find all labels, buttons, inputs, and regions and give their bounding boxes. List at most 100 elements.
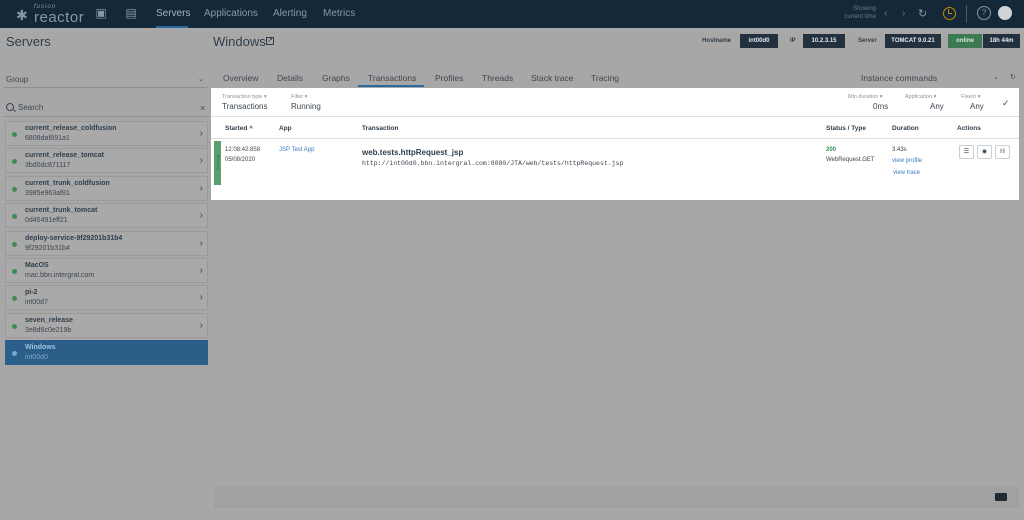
table-row[interactable]: Running 12:08:42.858 05/08/2020 JSP Test… [211, 141, 1019, 186]
view-eye-icon[interactable]: ◉ [977, 145, 992, 159]
chevron-right-icon: › [199, 264, 203, 276]
column-duration[interactable]: Duration [892, 125, 919, 132]
flavor-select[interactable]: Any [970, 102, 984, 111]
view-trace-link[interactable]: view trace [893, 170, 920, 176]
server-list-item[interactable]: seven_release 3e8d6c0e219b › [5, 312, 208, 338]
chevron-right-icon: › [199, 319, 203, 331]
server-list-item[interactable]: MacOS mac.bbn.intergral.com › [5, 257, 208, 283]
chevron-down-icon[interactable]: ⌄ [993, 73, 999, 81]
min-duration-label: Min duration ▾ [848, 94, 883, 100]
filter-select[interactable]: Running [291, 102, 321, 111]
request-type: WebRequest.GET [826, 157, 875, 163]
tab-details[interactable]: Details [277, 73, 303, 83]
help-icon[interactable]: ? [977, 6, 991, 20]
running-state-strip: Running [214, 141, 221, 185]
server-list-item[interactable]: current_release_tomcat 3bd0dc871117 › [5, 148, 208, 174]
application-label: Application ▾ [905, 94, 937, 100]
application-select[interactable]: Any [930, 102, 944, 111]
tab-graphs[interactable]: Graphs [322, 73, 350, 83]
notes-icon[interactable]: ▤ [124, 7, 138, 20]
server-status-dot [12, 351, 17, 357]
column-app[interactable]: App [279, 125, 292, 132]
chevron-right-icon: › [199, 210, 203, 222]
server-status-dot [12, 159, 17, 165]
divider [4, 116, 209, 117]
status-badge: online [948, 34, 982, 48]
ip-label: IP [790, 38, 796, 44]
hostname-label: Hostname [702, 38, 732, 44]
dashboard-icon[interactable]: ▣ [94, 7, 108, 20]
transaction-type-label: Transaction type ▾ [222, 94, 267, 100]
server-status-dot [12, 296, 17, 302]
server-name: pi-2 [25, 289, 38, 297]
server-id: 9f29201b31b4 [25, 244, 70, 252]
clock-icon[interactable] [943, 7, 956, 20]
search-input[interactable] [18, 101, 193, 113]
nav-servers[interactable]: Servers [156, 8, 190, 19]
refresh-icon[interactable]: ↻ [1010, 73, 1016, 81]
filter-toggle-icon[interactable]: ✓ [1002, 98, 1010, 109]
keyboard-icon[interactable] [995, 493, 1007, 501]
transaction-type-select[interactable]: Transactions [222, 102, 268, 111]
top-navigation-bar: ✱ fusion reactor ▣ ▤ Servers Application… [0, 0, 1024, 28]
time-back-icon[interactable]: ‹ [884, 8, 887, 19]
user-avatar[interactable] [998, 6, 1012, 20]
tab-stack-trace[interactable]: Stack trace [531, 73, 574, 83]
ip-value: 10.2.3.15 [803, 34, 845, 48]
server-name: seven_release [25, 316, 73, 324]
filter-label: Filter ▾ [291, 94, 308, 100]
server-name: current_release_tomcat [25, 152, 104, 160]
server-name: current_trunk_coldfusion [25, 179, 110, 187]
transaction-name: web.tests.httpRequest_jsp [362, 148, 464, 157]
server-list-item[interactable]: current_trunk_tomcat 0d45491eff21 › [5, 203, 208, 229]
server-id: 3e8d6c0e219b [25, 326, 72, 334]
server-list-item[interactable]: current_trunk_coldfusion 3985e963af81 › [5, 175, 208, 201]
column-transaction[interactable]: Transaction [362, 125, 398, 132]
tab-active-underline [358, 85, 424, 87]
server-label: Server [858, 38, 877, 44]
app-link[interactable]: JSP Test App [279, 147, 314, 153]
details-list-icon[interactable]: ☰ [959, 145, 974, 159]
transactions-panel: Transaction type ▾ Transactions Filter ▾… [211, 88, 1019, 200]
view-profile-link[interactable]: view profile [892, 158, 922, 164]
nav-active-underline [156, 26, 188, 28]
page-title: Servers [6, 34, 51, 49]
started-time: 12:08:42.858 [225, 147, 261, 153]
tab-transactions[interactable]: Transactions [368, 73, 416, 83]
column-status-type[interactable]: Status / Type [826, 125, 866, 132]
min-duration-input[interactable]: 0ms [873, 102, 888, 111]
server-list-item-selected[interactable]: Windows int00d0 [5, 340, 208, 366]
group-selector[interactable]: Group [6, 75, 28, 84]
uptime-badge: 18h 44m [983, 34, 1020, 48]
time-range-display[interactable]: Showing current time [820, 5, 876, 21]
nav-alerting[interactable]: Alerting [273, 8, 307, 19]
duration-value: 3.43s [892, 147, 907, 153]
nav-metrics[interactable]: Metrics [323, 8, 355, 19]
time-forward-icon[interactable]: › [902, 8, 905, 19]
instance-commands-menu[interactable]: Instance commands [861, 73, 937, 83]
divider [4, 87, 209, 88]
footer-bar [214, 487, 1019, 508]
fusionreactor-logo[interactable]: ✱ fusion reactor [14, 3, 96, 26]
close-icon[interactable]: × [200, 103, 205, 113]
server-title: Windows [213, 34, 266, 49]
external-link-icon[interactable]: ↗ [266, 37, 274, 45]
nav-applications[interactable]: Applications [204, 8, 258, 19]
stack-trace-icon[interactable]: ℍ [995, 145, 1010, 159]
column-started[interactable]: Started ^ [225, 125, 253, 132]
server-status-dot [12, 241, 17, 247]
server-id: 6808daf891a1 [25, 135, 70, 142]
tab-overview[interactable]: Overview [223, 73, 258, 83]
server-name: current_trunk_tomcat [25, 207, 98, 215]
server-list-item[interactable]: pi-2 int00d7 › [5, 285, 208, 311]
server-list-item[interactable]: deploy-service-9f29201b31b4 9f29201b31b4… [5, 230, 208, 256]
tab-tracing[interactable]: Tracing [591, 73, 619, 83]
server-id: 3985e963af81 [25, 189, 70, 197]
tab-profiles[interactable]: Profiles [435, 73, 463, 83]
refresh-icon[interactable]: ↻ [918, 7, 927, 20]
chevron-down-icon[interactable]: ⌄ [198, 75, 204, 83]
chevron-right-icon: › [199, 155, 203, 167]
tab-threads[interactable]: Threads [482, 73, 513, 83]
server-name: MacOS [25, 261, 49, 269]
server-list-item[interactable]: current_release_coldfusion 6808daf891a1 … [5, 121, 208, 146]
